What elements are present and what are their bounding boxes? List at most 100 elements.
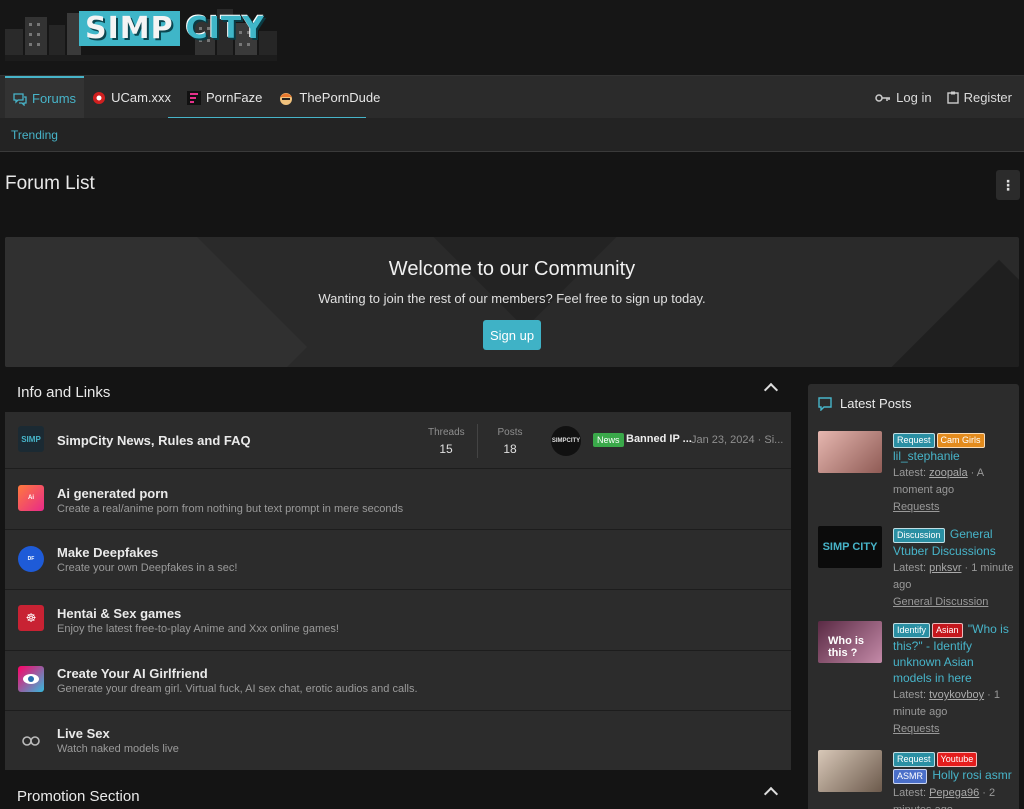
forum-node-title[interactable]: Hentai & Sex games (57, 606, 181, 621)
section-info-links-header[interactable]: Info and Links (5, 372, 791, 412)
more-options-button[interactable]: ⋮ (996, 170, 1020, 200)
login-label: Log in (896, 90, 932, 105)
forum-node-desc: Create a real/anime porn from nothing bu… (57, 503, 404, 515)
forum-node[interactable]: DF Make Deepfakes Create your own Deepfa… (5, 530, 791, 590)
forum-node-title[interactable]: Create Your AI Girlfriend (57, 666, 208, 681)
comment-icon (818, 396, 832, 411)
tab-pornfaze[interactable]: PornFaze (179, 76, 270, 119)
welcome-subtitle: Wanting to join the rest of our members?… (318, 291, 706, 306)
theporndude-icon (280, 92, 293, 105)
post-thumbnail[interactable] (818, 431, 882, 473)
main-nav: Forums UCam.xxx PornFaze ThePornDude Log… (0, 75, 1024, 119)
post-thumbnail[interactable]: Who is this ? (818, 621, 882, 663)
latest-posts-widget: Latest Posts Request Cam Girls lil_stepha… (808, 384, 1019, 809)
prefix-tag: Request (893, 433, 935, 448)
post-forum-link[interactable]: General Discussion (893, 596, 988, 608)
forum-node-title[interactable]: Ai generated porn (57, 486, 168, 501)
threads-label: Threads (428, 427, 465, 438)
avatar[interactable]: SIMPCITY (551, 426, 581, 456)
vertical-ellipsis-icon: ⋮ (1001, 176, 1015, 193)
threads-stat: Threads 15 (428, 427, 465, 456)
latest-post-item[interactable]: SIMP CITY Discussion General Vtuber Disc… (818, 526, 1014, 616)
forum-node[interactable]: Live Sex Watch naked models live (5, 711, 791, 770)
threads-count: 15 (439, 442, 453, 456)
post-user[interactable]: zoopala (929, 467, 968, 479)
forum-node-title[interactable]: Live Sex (57, 726, 110, 741)
sign-up-button[interactable]: Sign up (483, 320, 541, 350)
tab-theporndude-label: ThePornDude (299, 90, 381, 105)
forum-node-title[interactable]: SimpCity News, Rules and FAQ (57, 433, 251, 448)
forum-node[interactable]: Ai Ai generated porn Create a real/anime… (5, 469, 791, 530)
post-forum-link[interactable]: Requests (893, 723, 939, 735)
latest-post-item[interactable]: Who is this ? Identify Asian "Who is this… (818, 621, 1014, 735)
chevron-up-icon[interactable] (763, 786, 779, 802)
pornfaze-icon (187, 90, 202, 105)
tab-forums-label: Forums (32, 91, 77, 106)
forum-node-desc: Create your own Deepfakes in a sec! (57, 562, 238, 574)
post-user[interactable]: Pepega96 (929, 787, 979, 799)
ai-porn-icon: Ai (18, 485, 44, 511)
post-meta: Latest: zoopala · A moment ago (893, 467, 984, 496)
post-title[interactable]: lil_stephanie (893, 449, 960, 463)
forum-node[interactable]: ☸ Hentai & Sex games Enjoy the latest fr… (5, 590, 791, 651)
login-link[interactable]: Log in (875, 90, 932, 105)
link-icon (18, 728, 44, 754)
forum-node[interactable]: Create Your AI Girlfriend Generate your … (5, 651, 791, 711)
tab-pornfaze-label: PornFaze (206, 90, 263, 105)
last-post-meta: Jan 23, 2024 · Si... (691, 434, 784, 446)
last-post-title[interactable]: Banned IP ... (626, 433, 692, 445)
post-meta: Latest: pnksvr · 1 minute ago (893, 562, 1014, 591)
widget-title[interactable]: Latest Posts (840, 396, 912, 411)
logo-text-city: CITY (185, 10, 265, 46)
post-thumbnail[interactable] (818, 750, 882, 792)
clipboard-icon (946, 91, 959, 104)
post-user[interactable]: pnksvr (929, 562, 961, 574)
trending-link[interactable]: Trending (11, 128, 58, 142)
forum-node-title[interactable]: Make Deepfakes (57, 545, 158, 560)
section-promotion-header[interactable]: Promotion Section (5, 776, 791, 809)
prefix-tag: Identify (893, 623, 931, 638)
account-links: Log in Register (875, 76, 1012, 119)
latest-post-item[interactable]: Request Cam Girls lil_stephanie Latest: z… (818, 431, 1014, 513)
sub-nav: Trending (0, 118, 1024, 152)
site-header: SIMP CITY (0, 0, 1024, 75)
chevron-up-icon[interactable] (763, 382, 779, 398)
tab-forums[interactable]: Forums (5, 76, 85, 119)
key-icon (875, 93, 891, 102)
post-meta: Latest: Pepega96 · 2 minutes ago (893, 787, 996, 809)
posts-label: Posts (497, 427, 523, 438)
section-title: Promotion Section (17, 787, 140, 805)
latest-post-item[interactable]: Request Youtube ASMR Holly rosi asmr Late… (818, 750, 1014, 809)
forum-node[interactable]: SIMP SimpCity News, Rules and FAQ Thread… (5, 412, 791, 469)
news-badge: News (593, 433, 624, 447)
post-title[interactable]: Holly rosi asmr (932, 768, 1011, 782)
tab-ucam[interactable]: UCam.xxx (84, 76, 179, 119)
post-body: Identify Asian "Who is this?" - Identify … (893, 621, 1015, 737)
logo-text-simp: SIMP (79, 10, 180, 46)
post-body: Request Cam Girls lil_stephanie Latest: z… (893, 431, 1015, 515)
prefix-tag: Request (893, 752, 935, 767)
tab-theporndude[interactable]: ThePornDude (270, 76, 388, 119)
register-link[interactable]: Register (946, 90, 1012, 105)
chat-icon (13, 92, 27, 106)
simpcity-logo-icon: SIMP CITY (822, 541, 878, 553)
post-body: Discussion General Vtuber Discussions La… (893, 526, 1015, 610)
prefix-tag: ASMR (893, 769, 928, 784)
post-forum-link[interactable]: Requests (893, 501, 939, 513)
simpcity-icon: SIMP (18, 426, 44, 452)
section-title: Info and Links (17, 383, 111, 401)
post-thumbnail[interactable]: SIMP CITY (818, 526, 882, 568)
deepfake-icon: DF (18, 546, 44, 572)
page-title: Forum List (5, 173, 95, 194)
ucam-icon (93, 91, 106, 104)
prefix-tag: Discussion (893, 528, 945, 543)
post-user[interactable]: tvoykovboy (929, 689, 984, 701)
ai-girlfriend-icon (18, 666, 44, 692)
prefix-tag: Cam Girls (936, 433, 985, 448)
widget-header: Latest Posts (818, 396, 912, 411)
forum-node-desc: Watch naked models live (57, 743, 179, 755)
site-logo[interactable]: SIMP CITY (5, 5, 277, 61)
posts-count: 18 (503, 442, 517, 456)
register-label: Register (963, 90, 1012, 105)
prefix-tag: Asian (932, 623, 963, 638)
